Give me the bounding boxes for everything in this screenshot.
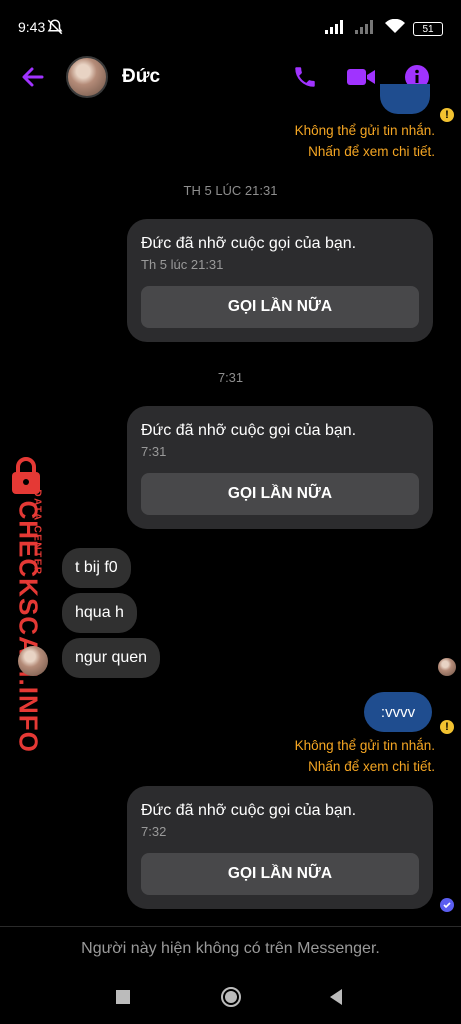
sent-message-bubble[interactable]: :vvvv bbox=[364, 692, 432, 732]
seen-check-icon bbox=[440, 898, 454, 912]
status-bar: 9:43 51 bbox=[0, 0, 461, 52]
phone-icon[interactable] bbox=[290, 62, 320, 92]
received-message[interactable]: ngur quen bbox=[62, 638, 161, 678]
tap-details-line: Nhấn để xem chi tiết. bbox=[308, 759, 435, 774]
status-time: 9:43 bbox=[18, 19, 46, 35]
missed-call-title: Đức đã nhỡ cuộc gọi của bạn. bbox=[141, 235, 357, 252]
send-failed-notice[interactable]: Không thể gửi tin nhắn. Nhấn để xem chi … bbox=[295, 735, 435, 777]
bell-muted-icon bbox=[46, 18, 64, 41]
send-failed-line: Không thể gửi tin nhắn. bbox=[294, 123, 435, 138]
contact-avatar[interactable] bbox=[66, 56, 108, 98]
wifi-icon bbox=[385, 18, 405, 39]
missed-call-card: Đức đã nhỡ cuộc gọi của bạn. 7:32 GỌI LẦ… bbox=[127, 786, 433, 909]
send-failed-line: Không thể gửi tin nhắn. bbox=[294, 738, 435, 753]
back-nav-icon[interactable] bbox=[328, 989, 344, 1010]
signal-icon bbox=[325, 19, 347, 39]
signal-2-icon bbox=[355, 19, 377, 39]
warning-icon[interactable]: ! bbox=[440, 108, 454, 122]
warning-icon[interactable]: ! bbox=[440, 720, 454, 734]
missed-call-time: 7:32 bbox=[141, 824, 167, 839]
missed-call-time: 7:31 bbox=[141, 444, 167, 459]
status-icons: 51 bbox=[325, 18, 443, 39]
timestamp: TH 5 LÚC 21:31 bbox=[183, 183, 278, 198]
sender-avatar bbox=[18, 646, 48, 676]
watermark-title: CHECKSCAM.INFO bbox=[13, 500, 44, 753]
contact-name[interactable]: Đức bbox=[122, 66, 160, 88]
home-icon[interactable] bbox=[220, 986, 242, 1013]
send-failed-notice[interactable]: Không thể gửi tin nhắn. Nhấn để xem chi … bbox=[295, 120, 435, 162]
video-camera-icon[interactable] bbox=[346, 62, 376, 92]
tap-details-line: Nhấn để xem chi tiết. bbox=[308, 144, 435, 159]
system-nav-bar bbox=[0, 980, 461, 1024]
battery-icon: 51 bbox=[413, 22, 443, 36]
recents-icon[interactable] bbox=[116, 990, 130, 1009]
timestamp: 7:31 bbox=[217, 370, 244, 385]
call-again-button[interactable]: GỌI LẦN NỮA bbox=[141, 853, 419, 895]
unavailable-notice: Người này hiện không có trên Messenger. bbox=[81, 940, 380, 957]
missed-call-title: Đức đã nhỡ cuộc gọi của bạn. bbox=[141, 802, 357, 819]
call-again-button[interactable]: GỌI LẦN NỮA bbox=[141, 286, 419, 328]
missed-call-card: Đức đã nhỡ cuộc gọi của bạn. 7:31 GỌI LẦ… bbox=[127, 406, 433, 529]
divider bbox=[0, 926, 461, 927]
missed-call-title: Đức đã nhỡ cuộc gọi của bạn. bbox=[141, 422, 357, 439]
received-message[interactable]: t bij f0 bbox=[62, 548, 131, 588]
missed-call-time: Th 5 lúc 21:31 bbox=[141, 257, 224, 272]
read-receipt-avatar bbox=[438, 658, 456, 676]
received-message[interactable]: hqua h bbox=[62, 593, 137, 633]
back-arrow-icon[interactable] bbox=[18, 62, 48, 92]
sent-message-bubble[interactable] bbox=[380, 84, 430, 114]
missed-call-card: Đức đã nhỡ cuộc gọi của bạn. Th 5 lúc 21… bbox=[127, 219, 433, 342]
call-again-button[interactable]: GỌI LẦN NỮA bbox=[141, 473, 419, 515]
